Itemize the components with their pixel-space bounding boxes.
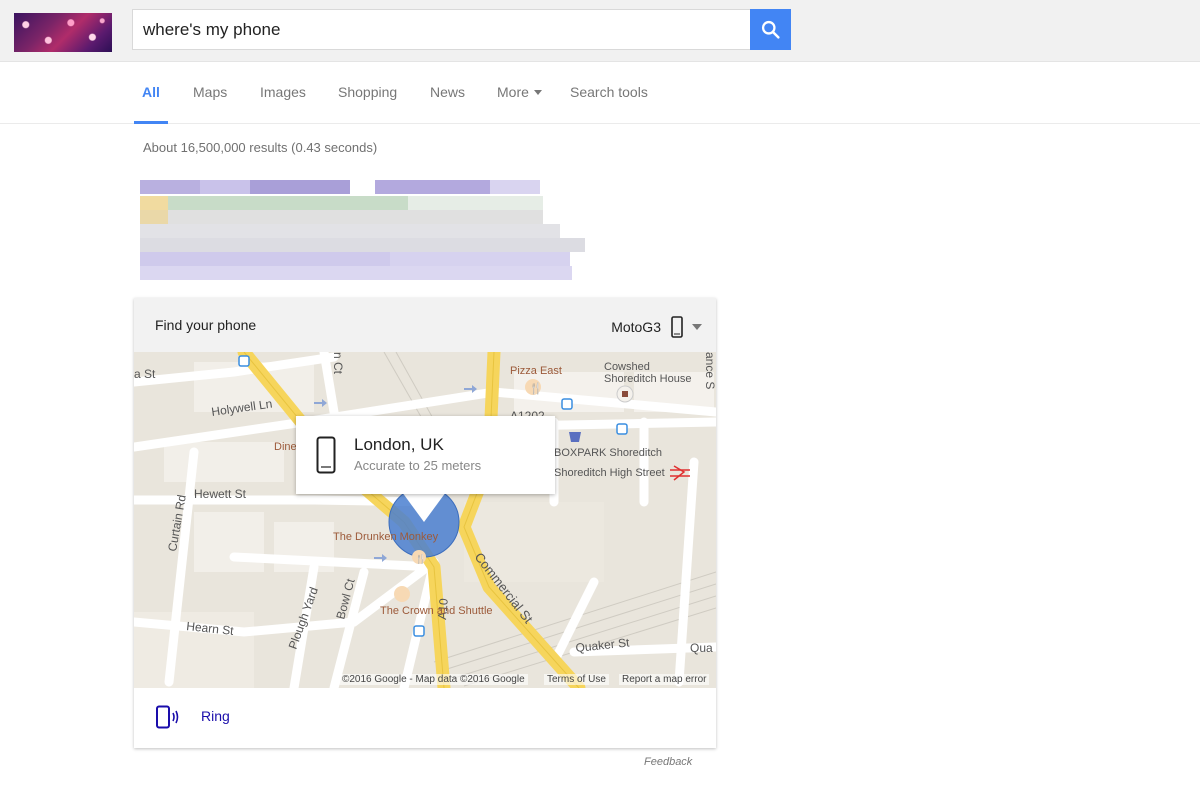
map-label-qua: Qua (690, 641, 713, 655)
tab-more-label: More (497, 84, 529, 100)
popup-accuracy: Accurate to 25 meters (354, 458, 482, 473)
phone-icon (316, 436, 336, 474)
search-icon (761, 20, 780, 39)
search-tabs: All Maps Images Shopping News More Searc… (0, 62, 1200, 124)
device-name: MotoG3 (611, 319, 661, 335)
dropdown-caret-icon (533, 89, 542, 95)
ring-phone-icon (156, 705, 179, 729)
card-header: Find your phone MotoG3 (134, 298, 716, 352)
map-label-cowshed-house: Shoreditch House (604, 373, 691, 385)
svg-text:🍴: 🍴 (415, 553, 426, 565)
tab-more[interactable]: More (497, 84, 542, 124)
map-label-hewett: Hewett St (194, 487, 247, 501)
map-copyright: ©2016 Google - Map data ©2016 Google (339, 674, 528, 685)
search-box[interactable] (132, 9, 750, 50)
ring-label: Ring (201, 708, 230, 724)
device-selector[interactable]: MotoG3 (611, 314, 702, 340)
map-label-crown-shuttle: The Crown and Shuttle (380, 605, 493, 617)
map-canvas: 🍴 🍴 a St Holywell Ln Curtain Rd Hewett S… (134, 352, 716, 688)
phone-icon (671, 316, 683, 338)
tab-maps[interactable]: Maps (193, 84, 227, 124)
restaurant-icon: 🍴 (529, 382, 543, 395)
location-map[interactable]: 🍴 🍴 a St Holywell Ln Curtain Rd Hewett S… (134, 352, 716, 688)
map-label-boxpark: BOXPARK Shoreditch (554, 447, 662, 459)
blurred-search-result (140, 180, 590, 280)
map-label-shoreditch-high: Shoreditch High Street (554, 467, 665, 479)
map-label-pizza-east: Pizza East (510, 365, 562, 377)
tab-images[interactable]: Images (260, 84, 306, 124)
search-input[interactable] (133, 10, 750, 49)
popup-location: London, UK (354, 435, 444, 454)
map-label-ance: ance S (703, 352, 716, 389)
map-label-street-a: a St (134, 367, 156, 381)
report-map-error-link[interactable]: Report a map error (619, 674, 710, 685)
tab-news[interactable]: News (430, 84, 465, 124)
location-popup: London, UK Accurate to 25 meters (296, 416, 555, 494)
ring-button[interactable]: Ring (134, 688, 716, 748)
feedback-link[interactable]: Feedback (644, 756, 692, 768)
find-your-phone-card: Find your phone MotoG3 🍴 🍴 a St Holywell… (134, 298, 716, 748)
card-title: Find your phone (155, 317, 257, 333)
tab-all[interactable]: All (134, 84, 168, 124)
map-label-cowshed: Cowshed (604, 361, 650, 373)
search-button[interactable] (750, 9, 791, 50)
tab-shopping[interactable]: Shopping (338, 84, 397, 124)
dropdown-caret-icon (692, 324, 702, 330)
map-label-nct: n Ct (331, 352, 345, 375)
map-label-dine: Dine (274, 441, 297, 453)
map-label-drunken-monkey: The Drunken Monkey (333, 531, 439, 543)
result-stats: About 16,500,000 results (0.43 seconds) (143, 140, 378, 155)
header-bar (0, 0, 1200, 62)
tab-search-tools[interactable]: Search tools (570, 84, 648, 124)
google-doodle-logo[interactable] (14, 13, 112, 52)
terms-of-use-link[interactable]: Terms of Use (544, 674, 609, 685)
